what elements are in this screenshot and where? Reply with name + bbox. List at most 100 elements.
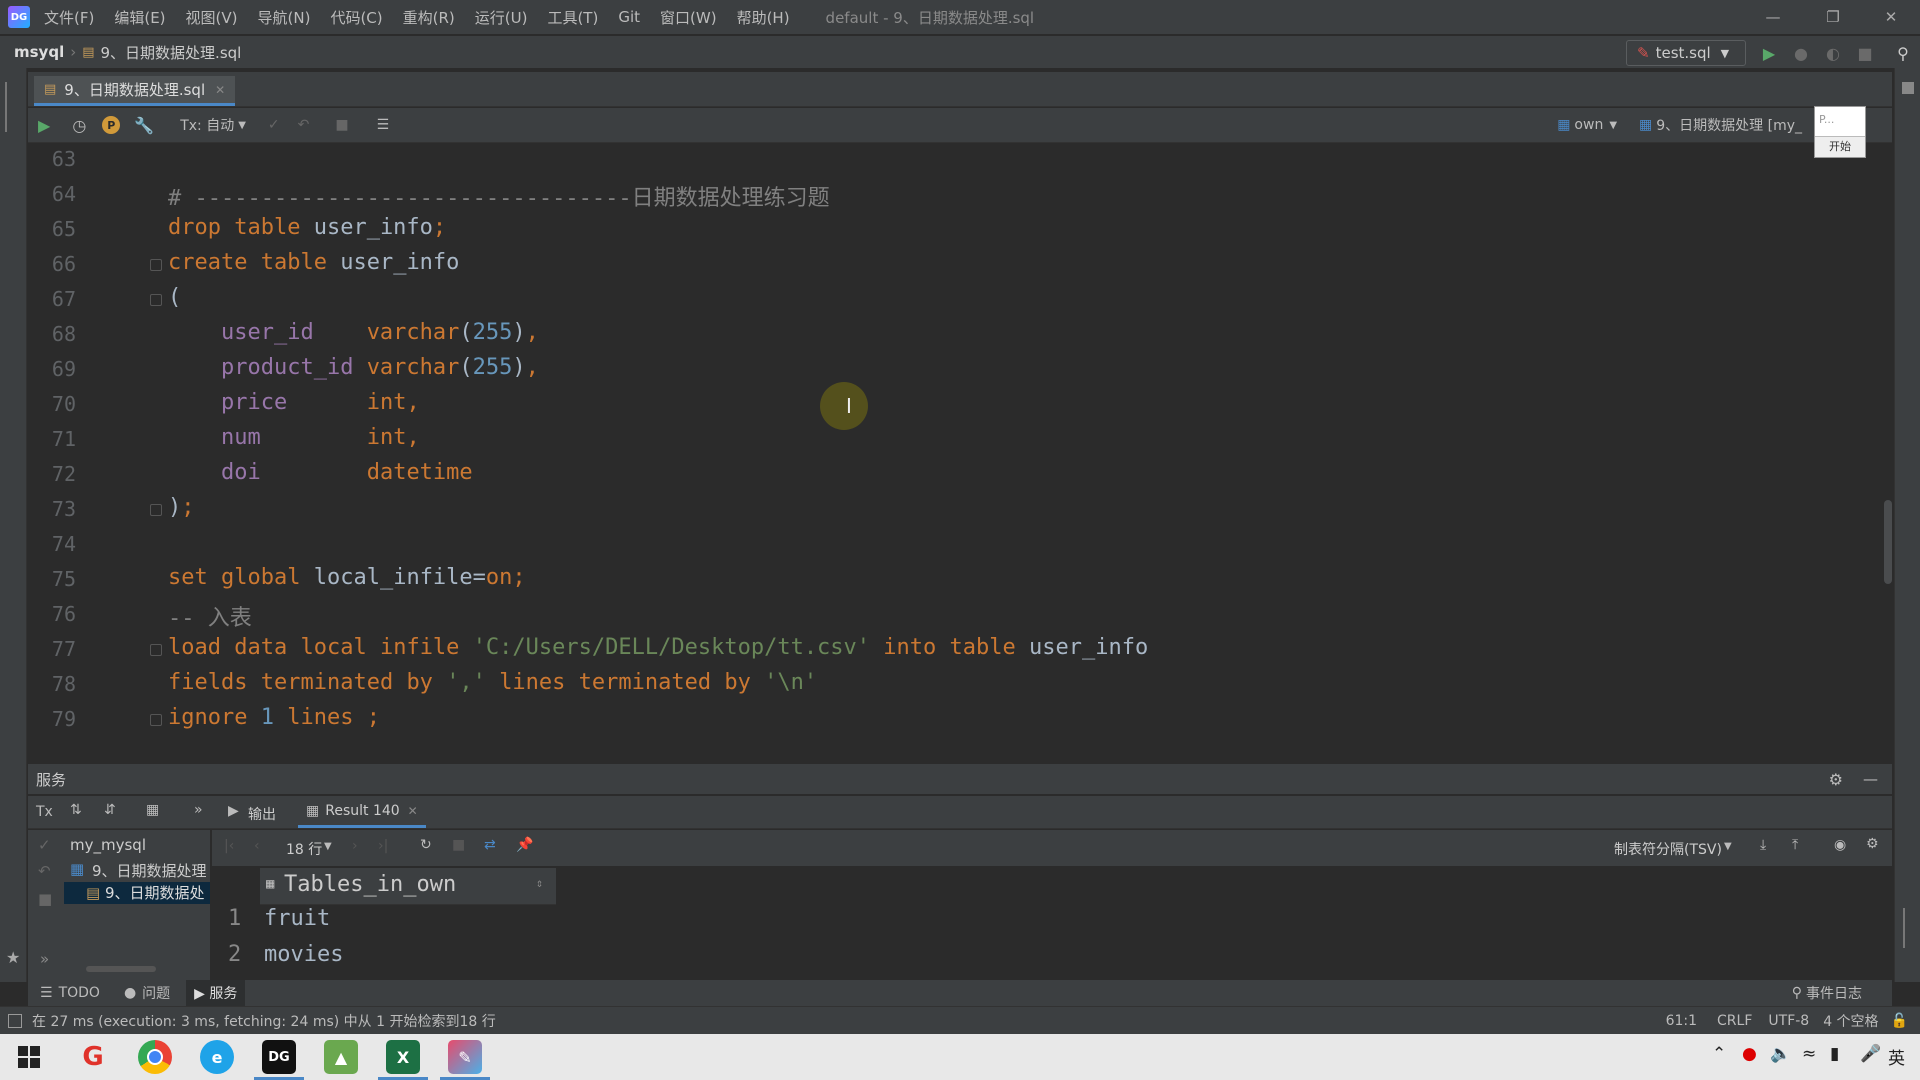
minimize-icon[interactable]: — xyxy=(1756,0,1790,34)
column-header[interactable]: ▦ Tables_in_own ⇕ xyxy=(260,868,556,905)
fold-marker-icon[interactable] xyxy=(150,504,162,516)
datagrip-icon[interactable]: DG xyxy=(254,1040,304,1080)
lock-icon[interactable]: 🔓 xyxy=(1891,1013,1908,1029)
rollback-icon[interactable]: ↶ xyxy=(38,862,51,880)
breadcrumb-project[interactable]: msyql xyxy=(14,43,64,61)
history-icon[interactable]: ◷ xyxy=(72,116,86,135)
status-toggle-icon[interactable] xyxy=(8,1014,22,1028)
caret-position[interactable]: 61:1 xyxy=(1666,1013,1697,1029)
volume-icon[interactable]: 🔈 xyxy=(1770,1044,1791,1064)
database-tool-icon[interactable] xyxy=(5,82,21,132)
tab-result[interactable]: ▦ Result 140 ✕ xyxy=(298,796,426,828)
commit-icon[interactable]: ✓ xyxy=(268,117,280,133)
tool-tab-services[interactable]: ▶ 服务 xyxy=(186,980,246,1006)
stop-icon[interactable]: ■ xyxy=(452,837,465,853)
tab-close-icon[interactable]: ✕ xyxy=(215,83,225,97)
first-page-icon[interactable]: |‹ xyxy=(224,838,234,854)
indent-setting[interactable]: 4 个空格 xyxy=(1823,1011,1878,1031)
tab-output[interactable]: 输出 xyxy=(248,804,276,824)
gear-icon[interactable]: ⚙ xyxy=(1829,770,1843,789)
menu-navigate[interactable]: 导航(N) xyxy=(258,7,311,28)
editor-tab-active[interactable]: ▤ 9、日期数据处理.sql ✕ xyxy=(34,76,236,106)
structure-tool-icon[interactable] xyxy=(1903,908,1915,948)
chrome-icon[interactable] xyxy=(138,1040,172,1074)
file-encoding[interactable]: UTF-8 xyxy=(1768,1013,1809,1029)
notifications-tool-icon[interactable] xyxy=(1902,82,1914,94)
rows-count-selector[interactable]: 18 行 xyxy=(286,839,322,859)
session-selector[interactable]: 9、日期数据处理 [my_ xyxy=(1656,115,1802,135)
tree-item-console-selected[interactable]: ▤ 9、日期数据处 xyxy=(64,882,210,904)
menu-run[interactable]: 运行(U) xyxy=(475,7,528,28)
more-icon[interactable]: » xyxy=(40,950,49,968)
menu-refactor[interactable]: 重构(R) xyxy=(403,7,455,28)
schema-selector[interactable]: own xyxy=(1574,117,1603,133)
gear-icon[interactable]: ⚙ xyxy=(1866,836,1879,852)
fold-marker-icon[interactable] xyxy=(150,259,162,271)
expand-all-icon[interactable]: ⇅ xyxy=(70,802,82,818)
tray-expand-icon[interactable]: ⌃ xyxy=(1712,1044,1726,1064)
tx-icon[interactable]: Tx xyxy=(36,804,53,820)
table-view-icon[interactable]: ☰ xyxy=(377,117,390,133)
menu-tools[interactable]: 工具(T) xyxy=(547,7,598,28)
commit-icon[interactable]: ✓ xyxy=(38,836,51,854)
pin-icon[interactable]: 📌 xyxy=(516,837,533,853)
menu-view[interactable]: 视图(V) xyxy=(186,7,238,28)
settings-wrench-icon[interactable]: 🔧 xyxy=(134,116,154,135)
excel-icon[interactable]: X xyxy=(378,1040,428,1080)
tab-close-icon[interactable]: ✕ xyxy=(408,804,418,818)
breadcrumb-file[interactable]: 9、日期数据处理.sql xyxy=(101,42,242,63)
ime-indicator[interactable]: 英 xyxy=(1888,1044,1905,1069)
compare-icon[interactable]: ⇄ xyxy=(484,837,496,853)
debug-icon[interactable]: ● xyxy=(1788,40,1814,66)
close-icon[interactable]: ✕ xyxy=(1874,0,1908,34)
menu-code[interactable]: 代码(C) xyxy=(330,7,382,28)
menu-git[interactable]: Git xyxy=(618,8,640,26)
last-page-icon[interactable]: ›| xyxy=(378,838,388,854)
sort-icon[interactable]: ⇕ xyxy=(536,876,543,890)
refresh-icon[interactable]: ↻ xyxy=(420,837,432,853)
network-icon[interactable]: ≈ xyxy=(1802,1044,1816,1064)
menu-edit[interactable]: 编辑(E) xyxy=(114,7,165,28)
view-eye-icon[interactable]: ◉ xyxy=(1834,837,1846,853)
table-cell[interactable]: movies xyxy=(264,942,343,967)
favorites-star-icon[interactable]: ★ xyxy=(6,948,20,967)
line-separator[interactable]: CRLF xyxy=(1717,1013,1752,1029)
transaction-mode-selector[interactable]: Tx: 自动 xyxy=(180,115,234,135)
group-icon[interactable]: ▦ xyxy=(146,802,159,818)
recording-icon[interactable]: ● xyxy=(1742,1044,1757,1064)
edge-icon[interactable]: e xyxy=(200,1040,234,1074)
more-icon[interactable]: » xyxy=(194,802,203,818)
menu-window[interactable]: 窗口(W) xyxy=(660,7,717,28)
stop-icon[interactable]: ■ xyxy=(1852,40,1878,66)
tool-tab-problems[interactable]: 问题 xyxy=(142,983,170,1003)
tree-scrollbar[interactable] xyxy=(86,966,156,972)
prev-page-icon[interactable]: ‹ xyxy=(254,838,260,854)
rollback-icon[interactable]: ↶ xyxy=(298,117,310,133)
profile-icon[interactable]: P xyxy=(102,116,121,134)
fold-marker-icon[interactable] xyxy=(150,714,162,726)
export-format-selector[interactable]: 制表符分隔(TSV) xyxy=(1614,839,1722,859)
paint-icon[interactable]: ✎ xyxy=(440,1040,490,1080)
taskbar-app-g-icon[interactable]: G xyxy=(76,1040,110,1074)
microphone-icon[interactable]: 🎤 xyxy=(1860,1044,1881,1064)
search-icon[interactable]: ⚲ xyxy=(1890,40,1916,66)
image-viewer-icon[interactable]: ▲ xyxy=(324,1040,358,1074)
tool-tab-event-log[interactable]: 事件日志 xyxy=(1806,983,1862,1003)
upload-icon[interactable]: ⤒ xyxy=(1792,837,1798,853)
fold-marker-icon[interactable] xyxy=(150,294,162,306)
code-editor[interactable]: 63 64 65 66 67 68 69 70 71 72 73 74 75 7… xyxy=(28,143,1892,733)
cancel-running-icon[interactable]: ■ xyxy=(335,117,348,133)
run-config-selector[interactable]: ✎ test.sql ▼ xyxy=(1626,40,1746,66)
menu-file[interactable]: 文件(F) xyxy=(44,7,94,28)
tooltip-start-button[interactable]: 开始 xyxy=(1815,136,1865,157)
collapse-all-icon[interactable]: ⇵ xyxy=(104,802,116,818)
coverage-icon[interactable]: ◐ xyxy=(1820,40,1846,66)
stop-icon[interactable]: ■ xyxy=(38,890,52,908)
execute-icon[interactable]: ▶ xyxy=(38,116,50,135)
download-icon[interactable]: ⤓ xyxy=(1760,837,1766,853)
battery-icon[interactable]: ▮ xyxy=(1830,1044,1839,1064)
restore-icon[interactable]: ❐ xyxy=(1816,0,1850,34)
run-icon[interactable]: ▶ xyxy=(1756,40,1782,66)
menu-help[interactable]: 帮助(H) xyxy=(737,7,790,28)
tree-item-connection[interactable]: my_mysql xyxy=(70,836,146,854)
